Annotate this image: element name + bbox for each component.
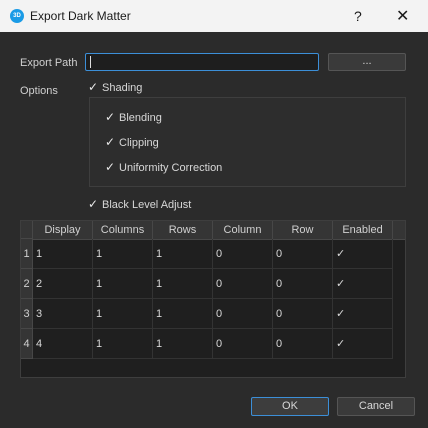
table-cell[interactable]: 1 [33,239,93,269]
export-path-input[interactable] [85,53,319,71]
check-icon [105,135,115,149]
table-cell[interactable]: 1 [153,329,213,359]
options-label: Options [20,85,58,97]
table-cell[interactable]: 0 [213,269,273,299]
check-icon [88,80,98,94]
ok-button[interactable]: OK [251,397,329,416]
table-cell[interactable]: 0 [273,299,333,329]
blending-checkbox[interactable]: Blending [105,110,162,124]
cancel-button[interactable]: Cancel [337,397,415,416]
uniformity-correction-checkbox[interactable]: Uniformity Correction [105,160,223,174]
row-header[interactable]: 1 [21,239,33,269]
table-cell[interactable]: 0 [213,239,273,269]
col-header-enabled[interactable]: Enabled [333,221,393,239]
check-icon: ✓ [336,338,346,350]
table-header: Display Columns Rows Column Row Enabled [33,221,405,240]
title-bar: 3D Export Dark Matter ? ✕ [0,0,428,32]
col-header-columns[interactable]: Columns [93,221,153,239]
help-button[interactable]: ? [354,8,362,24]
enabled-checkbox[interactable]: ✓ [333,299,393,329]
uniformity-correction-label: Uniformity Correction [119,162,223,174]
enabled-checkbox[interactable]: ✓ [333,329,393,359]
row-header[interactable]: 3 [21,299,33,329]
clipping-checkbox[interactable]: Clipping [105,135,159,149]
app-icon: 3D [10,9,24,23]
check-icon: ✓ [336,278,346,290]
export-path-label: Export Path [20,57,78,69]
black-level-adjust-label: Black Level Adjust [102,199,192,211]
check-icon: ✓ [336,248,346,260]
table-cell[interactable]: 0 [213,329,273,359]
black-level-adjust-checkbox[interactable]: Black Level Adjust [88,197,192,211]
enabled-checkbox[interactable]: ✓ [333,269,393,299]
table-cell[interactable]: 0 [213,299,273,329]
col-header-rows[interactable]: Rows [153,221,213,239]
table-cell[interactable]: 1 [93,329,153,359]
shading-checkbox[interactable]: Shading [88,80,143,94]
table-corner [21,221,33,239]
table-cell[interactable]: 3 [33,299,93,329]
col-header-row[interactable]: Row [273,221,333,239]
browse-button[interactable]: ... [328,53,406,71]
table-cell[interactable]: 0 [273,239,333,269]
check-icon [105,110,115,124]
table-cell[interactable]: 0 [273,269,333,299]
table-cell[interactable]: 1 [153,239,213,269]
table-cell[interactable]: 1 [153,299,213,329]
col-header-display[interactable]: Display [33,221,93,239]
shading-label: Shading [102,82,143,94]
row-header[interactable]: 2 [21,269,33,299]
clipping-label: Clipping [119,137,159,149]
table-cell[interactable]: 1 [93,239,153,269]
window-title: Export Dark Matter [30,9,131,23]
table-cell[interactable]: 1 [93,299,153,329]
blending-label: Blending [119,112,162,124]
table-cell[interactable]: 0 [273,329,333,359]
check-icon [105,160,115,174]
row-header[interactable]: 4 [21,329,33,359]
display-table: Display Columns Rows Column Row Enabled … [20,220,406,378]
text-caret [90,56,91,68]
enabled-checkbox[interactable]: ✓ [333,239,393,269]
table-cell[interactable]: 2 [33,269,93,299]
col-header-column[interactable]: Column [213,221,273,239]
table-cell[interactable]: 1 [93,269,153,299]
table-cell[interactable]: 4 [33,329,93,359]
check-icon: ✓ [336,308,346,320]
close-button[interactable]: ✕ [396,6,409,26]
table-cell[interactable]: 1 [153,269,213,299]
check-icon [88,197,98,211]
